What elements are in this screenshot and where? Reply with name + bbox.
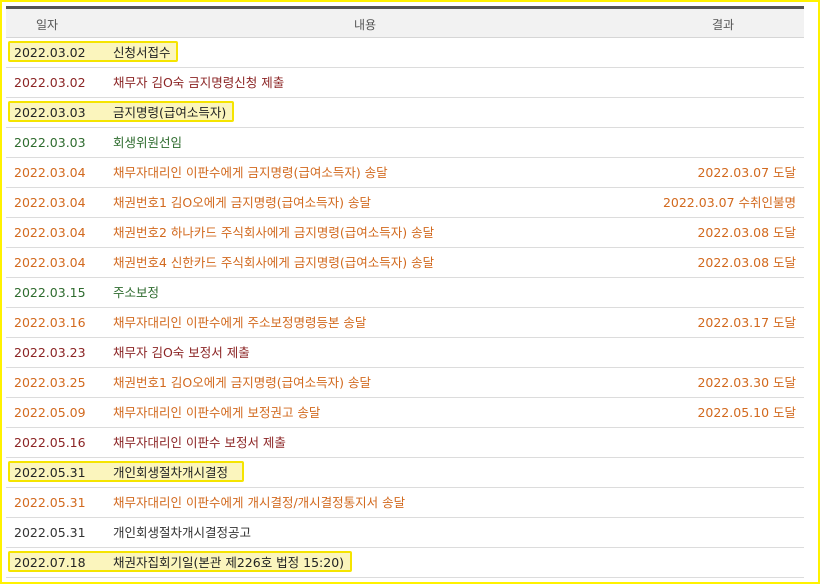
table-row: 2022.03.02 신청서접수 xyxy=(6,38,804,68)
row-result: 2022.03.30 도달 xyxy=(697,375,796,390)
row-date: 2022.03.15 xyxy=(14,285,86,300)
table-row: 2022.03.04 채권번호2 하나카드 주식회사에게 금지명령(급여소득자) … xyxy=(6,218,804,248)
row-content: 채권자집회기일(본관 제226호 법정 15:20) xyxy=(113,555,345,570)
row-date: 2022.03.23 xyxy=(14,345,86,360)
row-content: 채무자대리인 이판수 보정서 제출 xyxy=(113,435,286,450)
row-result: 2022.03.07 수취인불명 xyxy=(662,195,796,210)
row-date: 2022.03.04 xyxy=(14,195,86,210)
row-date: 2022.03.03 xyxy=(14,135,86,150)
row-content: 채무자 김O숙 금지명령신청 제출 xyxy=(113,75,285,90)
table-header: 일자 내용 결과 xyxy=(6,9,804,38)
row-content: 채권번호1 김O오에게 금지명령(급여소득자) 송달 xyxy=(113,375,371,390)
table-row: 2022.07.18 채권자집회기일(본관 제226호 법정 15:20) xyxy=(6,548,804,578)
table-body: 2022.03.02 신청서접수 2022.03.02 채무자 김O숙 금지명령신청 … xyxy=(6,38,804,578)
row-result: 2022.03.08 도달 xyxy=(697,225,796,240)
row-content: 채권번호2 하나카드 주식회사에게 금지명령(급여소득자) 송달 xyxy=(113,225,435,240)
row-result: 2022.03.08 도달 xyxy=(697,255,796,270)
table-row: 2022.05.31 채무자대리인 이판수에게 개시결정/개시결정통지서 송달 xyxy=(6,488,804,518)
row-date: 2022.05.16 xyxy=(14,435,86,450)
row-date: 2022.05.31 xyxy=(14,495,86,510)
table-row: 2022.03.16 채무자대리인 이판수에게 주소보정명령등본 송달 2022.0… xyxy=(6,308,804,338)
table-row: 2022.05.16 채무자대리인 이판수 보정서 제출 xyxy=(6,428,804,458)
table-row: 2022.05.09 채무자대리인 이판수에게 보정권고 송달 2022.05.10… xyxy=(6,398,804,428)
table-row: 2022.03.25 채권번호1 김O오에게 금지명령(급여소득자) 송달 2022… xyxy=(6,368,804,398)
table-row: 2022.03.02 채무자 김O숙 금지명령신청 제출 xyxy=(6,68,804,98)
header-date: 일자 xyxy=(36,18,59,32)
row-result: 2022.03.17 도달 xyxy=(697,315,796,330)
table-row: 2022.03.15 주소보정 xyxy=(6,278,804,308)
row-content: 채권번호4 신한카드 주식회사에게 금지명령(급여소득자) 송달 xyxy=(113,255,435,270)
row-result: 2022.05.10 도달 xyxy=(697,405,796,420)
table-row: 2022.03.04 채무자대리인 이판수에게 금지명령(급여소득자) 송달 202… xyxy=(6,158,804,188)
row-content: 채무자대리인 이판수에게 금지명령(급여소득자) 송달 xyxy=(113,165,388,180)
row-content: 신청서접수 xyxy=(113,45,171,60)
row-content: 금지명령(급여소득자) xyxy=(113,105,227,120)
table-row: 2022.03.04 채권번호4 신한카드 주식회사에게 금지명령(급여소득자) … xyxy=(6,248,804,278)
header-result: 결과 xyxy=(712,18,735,32)
table-row: 2022.03.04 채권번호1 김O오에게 금지명령(급여소득자) 송달 2022… xyxy=(6,188,804,218)
header-content: 내용 xyxy=(354,18,377,32)
row-date: 2022.03.25 xyxy=(14,375,86,390)
row-content: 채무자 김O숙 보정서 제출 xyxy=(113,345,250,360)
row-date: 2022.03.02 xyxy=(14,75,86,90)
row-content: 주소보정 xyxy=(113,285,160,300)
row-content: 개인회생절차개시결정 xyxy=(113,465,229,480)
case-progress-table: 일자 내용 결과 2022.03.02 신청서접수 2022.03.02 채무자 김O… xyxy=(6,6,804,578)
table-row: 2022.03.03 금지명령(급여소득자) xyxy=(6,98,804,128)
row-date: 2022.03.16 xyxy=(14,315,86,330)
table-row: 2022.05.31 개인회생절차개시결정공고 xyxy=(6,518,804,548)
row-content: 채무자대리인 이판수에게 보정권고 송달 xyxy=(113,405,321,420)
row-content: 개인회생절차개시결정공고 xyxy=(113,525,252,540)
row-content: 채무자대리인 이판수에게 개시결정/개시결정통지서 송달 xyxy=(113,495,406,510)
table-row: 2022.03.03 회생위원선임 xyxy=(6,128,804,158)
row-result: 2022.03.07 도달 xyxy=(697,165,796,180)
row-date: 2022.03.04 xyxy=(14,255,86,270)
row-date: 2022.07.18 xyxy=(14,555,86,570)
row-content: 채권번호1 김O오에게 금지명령(급여소득자) 송달 xyxy=(113,195,371,210)
row-date: 2022.03.03 xyxy=(14,105,86,120)
row-date: 2022.05.31 xyxy=(14,465,86,480)
row-date: 2022.05.31 xyxy=(14,525,86,540)
row-date: 2022.03.02 xyxy=(14,45,86,60)
row-date: 2022.05.09 xyxy=(14,405,86,420)
row-content: 채무자대리인 이판수에게 주소보정명령등본 송달 xyxy=(113,315,367,330)
row-date: 2022.03.04 xyxy=(14,225,86,240)
row-content: 회생위원선임 xyxy=(113,135,183,150)
table-row: 2022.03.23 채무자 김O숙 보정서 제출 xyxy=(6,338,804,368)
table-row: 2022.05.31 개인회생절차개시결정 xyxy=(6,458,804,488)
row-date: 2022.03.04 xyxy=(14,165,86,180)
